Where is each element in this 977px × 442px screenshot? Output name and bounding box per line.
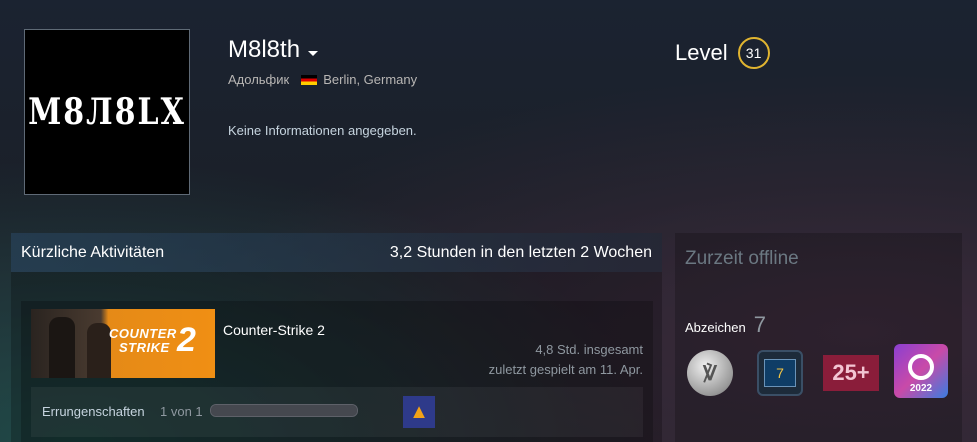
badges-header[interactable]: Abzeichen 7 [685, 312, 766, 338]
achievements-progress-fill [211, 405, 357, 416]
capsule-line-1: COUNTER [109, 326, 177, 341]
profile-summary: Keine Informationen angegeben. [228, 123, 417, 138]
level-label: Level [675, 40, 728, 65]
capsule-logo-text: COUNTER STRIKE [109, 327, 177, 355]
achievements-bar: Errungenschaften 1 von 1 ▲ [31, 387, 643, 437]
achievement-icon[interactable]: ▲ [403, 396, 435, 428]
recent-activity-header: Kürzliche Aktivitäten 3,2 Stunden in den… [11, 233, 662, 272]
badge-silver-coin[interactable]: ℣ [685, 348, 735, 398]
badge-steam-2022[interactable]: 2022 [893, 343, 949, 399]
game-name-link[interactable]: Counter-Strike 2 [223, 322, 325, 338]
badge-25-plus[interactable]: 25+ [822, 348, 880, 398]
location: Berlin, Germany [323, 72, 418, 87]
germany-flag-icon [301, 74, 318, 85]
achievements-progress [210, 404, 358, 417]
real-name-row: Адольфик Berlin, Germany [228, 72, 417, 87]
steam-swirl-icon [908, 354, 934, 380]
badge-level-7[interactable]: 7 [755, 348, 805, 398]
recent-activity-title[interactable]: Kürzliche Aktivitäten [21, 244, 164, 262]
real-name: Адольфик [228, 72, 290, 87]
badges-label[interactable]: Abzeichen [685, 320, 746, 335]
achievements-label[interactable]: Errungenschaften [42, 404, 145, 419]
badges-count[interactable]: 7 [754, 312, 766, 338]
online-status: Zurzeit offline [685, 248, 799, 269]
level-display[interactable]: Level 31 [675, 37, 770, 69]
steam-2022-icon: 2022 [894, 344, 948, 398]
game-capsule-image[interactable]: COUNTER STRIKE 2 [31, 309, 215, 378]
hours-total: 4,8 Std. insgesamt [535, 342, 643, 357]
persona-name-row[interactable]: M8l8th [228, 36, 319, 64]
capsule-line-2: STRIKE [119, 340, 170, 355]
capsule-figure [87, 323, 111, 378]
profile-sidebar: Zurzeit offline Abzeichen 7 ℣ 7 25+ 2022 [675, 233, 962, 442]
avatar-logo: M8Л8LX [28, 91, 186, 133]
capsule-figure [49, 317, 75, 378]
achievements-count: 1 von 1 [160, 404, 203, 419]
badge-25-plus-icon: 25+ [823, 355, 879, 391]
recent-playtime: 3,2 Stunden in den letzten 2 Wochen [389, 243, 652, 261]
badge-year: 2022 [909, 383, 933, 394]
recent-game-card: COUNTER STRIKE 2 Counter-Strike 2 4,8 St… [21, 301, 653, 442]
capsule-number: 2 [177, 321, 196, 359]
persona-name[interactable]: M8l8th [228, 36, 300, 64]
level-box-icon: 7 [757, 350, 803, 396]
badge-text: 7 [764, 359, 796, 387]
profile-avatar[interactable]: M8Л8LX [24, 29, 190, 195]
last-played: zuletzt gespielt am 11. Apr. [488, 362, 643, 377]
silver-coin-icon: ℣ [687, 350, 733, 396]
level-badge[interactable]: 31 [737, 37, 770, 69]
chevron-down-icon[interactable] [308, 50, 319, 56]
